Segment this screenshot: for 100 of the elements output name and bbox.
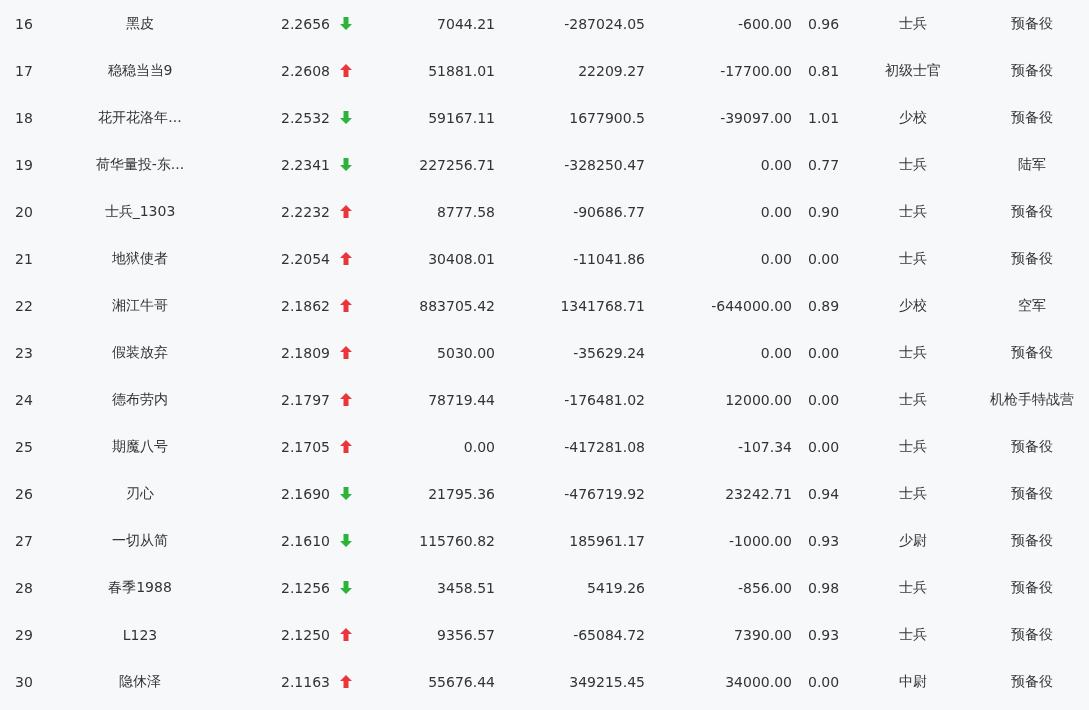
table-cell: 8777.58 (437, 203, 495, 220)
table-cell: 2.2532 (281, 109, 330, 126)
table-cell: -11041.86 (573, 250, 645, 267)
rank-cell-text: 22 (14, 297, 33, 314)
table-cell: 士兵 (898, 202, 927, 221)
rank-cell-text: 27 (14, 532, 33, 549)
table-cell: 2.1250 (281, 626, 330, 643)
table-cell: 2.1690 (281, 485, 330, 502)
table-cell: 22209.27 (578, 62, 645, 79)
table-cell: 士兵 (898, 437, 927, 456)
name-cell: 一切从简 (112, 531, 168, 550)
rank-cell-text: 16 (14, 15, 33, 32)
table-cell-text: 0.93 (807, 532, 840, 549)
table-cell: 0.00 (760, 250, 792, 267)
table-cell: -600.00 (737, 15, 792, 32)
table-cell: -176481.02 (564, 391, 645, 408)
table-cell: 士兵 (898, 155, 927, 174)
name-cell: 期魔八号 (112, 437, 168, 456)
name-cell: 黑皮 (126, 14, 154, 33)
rank-cell-text: 21 (14, 250, 33, 267)
table-cell: 227256.71 (419, 156, 495, 173)
table-cell: 预备役 (1011, 625, 1053, 644)
table-cell-text: 0.00 (807, 673, 840, 690)
table-cell: 机枪手特战营 (990, 390, 1074, 409)
table-cell-text: 0.96 (807, 15, 840, 32)
name-cell: L123 (122, 626, 158, 643)
table-cell: 3458.51 (437, 579, 495, 596)
table-cell: 士兵 (898, 343, 927, 362)
table-cell-text: 0.98 (807, 579, 840, 596)
table-cell: 2.2608 (281, 62, 330, 79)
table-cell-text: 0.00 (807, 344, 840, 361)
table-cell: 预备役 (1011, 484, 1053, 503)
table-cell: 5419.26 (587, 579, 645, 596)
table-cell: 初级士官 (884, 61, 941, 80)
table-cell: -287024.05 (564, 15, 645, 32)
table-cell: 2.1610 (281, 532, 330, 549)
table-cell: 30408.01 (428, 250, 495, 267)
table-cell: -328250.47 (564, 156, 645, 173)
table-cell: 预备役 (1011, 531, 1053, 550)
table-cell: 2.2656 (281, 15, 330, 32)
rank-cell-text: 17 (14, 62, 33, 79)
table-cell: -90686.77 (573, 203, 645, 220)
table-cell: 士兵 (898, 578, 927, 597)
table-cell: 23242.71 (725, 485, 792, 502)
rank-cell-text: 20 (14, 203, 33, 220)
table-cell: 预备役 (1011, 672, 1053, 691)
table-cell: 士兵 (898, 249, 927, 268)
table-cell: -417281.08 (564, 438, 645, 455)
table-cell: 185961.17 (569, 532, 645, 549)
name-cell: 稳稳当当9 (107, 61, 173, 80)
table-cell: 5030.00 (437, 344, 495, 361)
rank-cell-text: 28 (14, 579, 33, 596)
name-cell: 花开花洛年... (98, 108, 182, 127)
table-cell-text: 0.90 (807, 203, 840, 220)
table-cell: 少校 (898, 108, 927, 127)
table-cell: 陆军 (1018, 155, 1046, 174)
table-cell: 34000.00 (725, 673, 792, 690)
table-cell: 0.00 (760, 344, 792, 361)
table-cell: 2.1797 (281, 391, 330, 408)
name-cell: 德布劳内 (112, 390, 168, 409)
table-cell: 士兵 (898, 484, 927, 503)
table-cell: 9356.57 (437, 626, 495, 643)
table-cell: 2.2341 (281, 156, 330, 173)
name-cell: 假装放弃 (112, 343, 168, 362)
table-cell: 2.2054 (281, 250, 330, 267)
table-cell: -17700.00 (720, 62, 792, 79)
table-cell: 1677900.5 (569, 109, 645, 126)
rank-cell-text: 19 (14, 156, 33, 173)
rank-cell-text: 18 (14, 109, 33, 126)
table-cell: -476719.92 (564, 485, 645, 502)
table-cell: 预备役 (1011, 578, 1053, 597)
table-cell: 少校 (898, 296, 927, 315)
table-cell: 士兵 (898, 14, 927, 33)
table-cell: 预备役 (1011, 14, 1053, 33)
table-cell: 59167.11 (428, 109, 495, 126)
table-cell: -644000.00 (711, 297, 792, 314)
table-cell: 2.1862 (281, 297, 330, 314)
name-cell: 地狱使者 (112, 249, 168, 268)
table-cell-text: 0.00 (807, 391, 840, 408)
name-cell: 荷华量投-东... (95, 155, 185, 174)
table-cell: 7044.21 (437, 15, 495, 32)
table-cell-text: 0.00 (807, 250, 840, 267)
table-cell: 士兵 (898, 625, 927, 644)
table-cell: -35629.24 (573, 344, 645, 361)
table-cell: 0.00 (463, 438, 495, 455)
table-cell: -39097.00 (720, 109, 792, 126)
table-cell: 2.2232 (281, 203, 330, 220)
table-cell-text: 0.81 (807, 62, 840, 79)
table-cell-text: 0.94 (807, 485, 840, 502)
table-cell: 349215.45 (569, 673, 645, 690)
rank-cell-text: 30 (14, 673, 33, 690)
table-cell: -856.00 (737, 579, 792, 596)
table-cell: 预备役 (1011, 249, 1053, 268)
table-cell: 空军 (1018, 296, 1046, 315)
table-cell: 0.00 (760, 203, 792, 220)
table-cell-text: 0.93 (807, 626, 840, 643)
table-cell: -1000.00 (729, 532, 792, 549)
table-cell-text: 1.01 (807, 109, 840, 126)
rank-cell-text: 24 (14, 391, 33, 408)
table-cell: 78719.44 (428, 391, 495, 408)
